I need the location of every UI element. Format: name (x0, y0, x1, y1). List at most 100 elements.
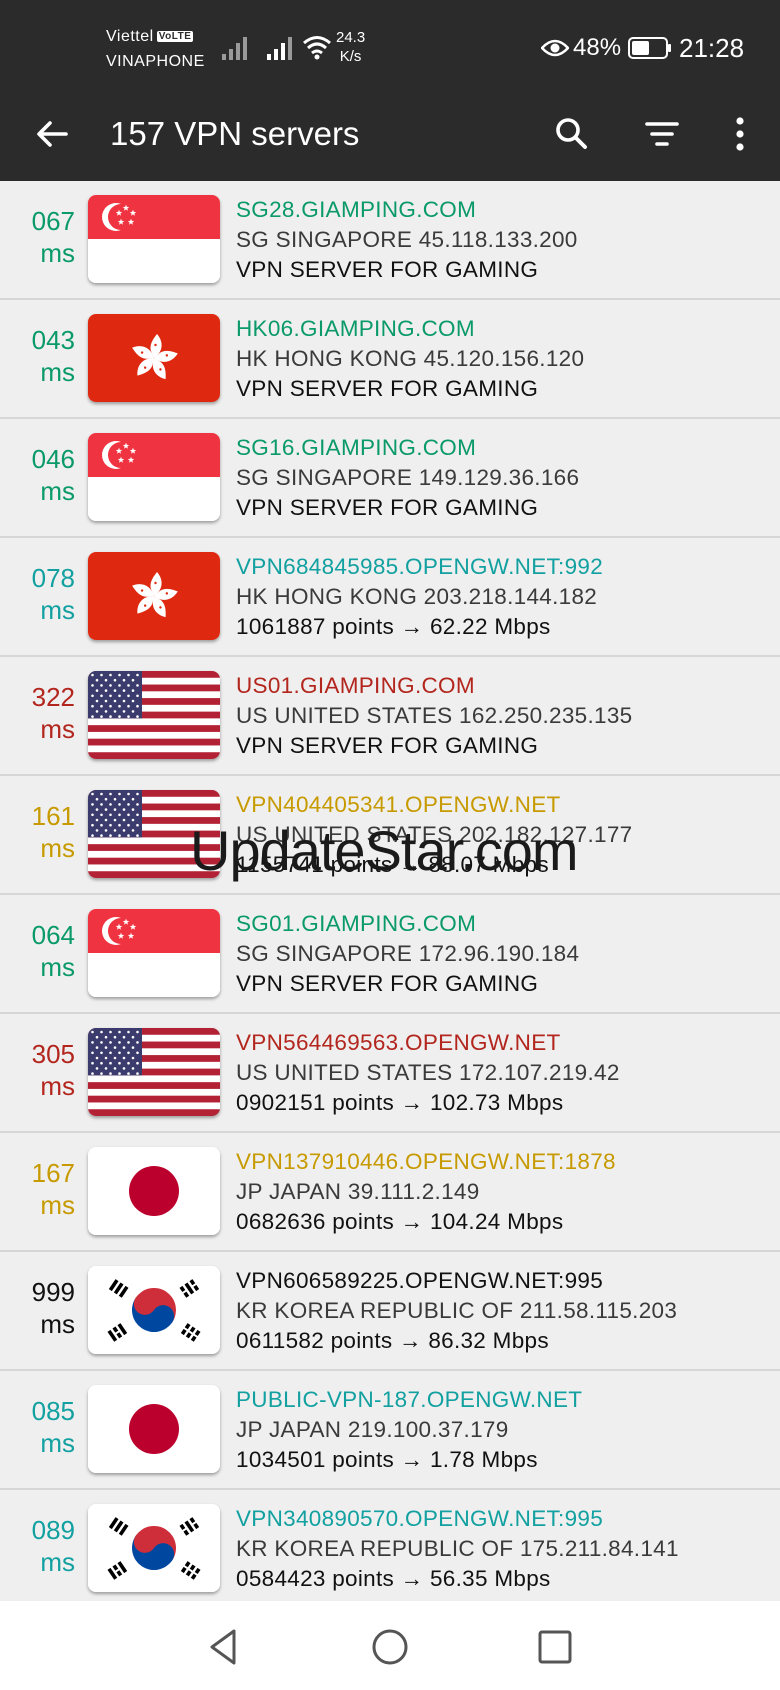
speed-value: 24.3 (336, 29, 366, 46)
ping-value: 064 ms (0, 919, 75, 983)
server-location: JP JAPAN 39.111.2.149 (236, 1179, 480, 1204)
server-row[interactable]: 046 ms SG16.GIAMPING.COM SG SINGAPORE 149.1… (0, 419, 780, 538)
server-host: VPN684845985.OPENGW.NET:992 (236, 554, 604, 579)
ping-ms: 046 (31, 444, 75, 474)
server-info: SG16.GIAMPING.COM SG SINGAPORE 149.129.36… (236, 433, 776, 523)
server-location: SG SINGAPORE 172.96.190.184 (236, 941, 580, 966)
ping-ms: 161 (31, 801, 75, 831)
kr-flag-icon (88, 1266, 220, 1354)
server-host: VPN606589225.OPENGW.NET:995 (236, 1268, 604, 1293)
server-host: VPN404405341.OPENGW.NET (236, 792, 561, 817)
jp-flag-icon (88, 1385, 220, 1473)
clock: 21:28 (679, 33, 745, 63)
server-detail: VPN SERVER FOR GAMING (236, 971, 539, 996)
server-location: HK HONG KONG 45.120.156.120 (236, 346, 585, 371)
sg-flag-icon (88, 433, 220, 521)
server-row[interactable]: 064 ms SG01.GIAMPING.COM SG SINGAPORE 172.9… (0, 895, 780, 1014)
server-info: VPN684845985.OPENGW.NET:992 HK HONG KONG … (236, 552, 776, 642)
server-row[interactable]: 305 ms VPN564469563.OPENGW.NET US UNITED ST… (0, 1014, 780, 1133)
ping-unit: ms (40, 1547, 75, 1577)
ping-ms: 043 (31, 325, 75, 355)
server-info: VPN404405341.OPENGW.NET US UNITED STATES … (236, 790, 776, 880)
ping-unit: ms (40, 1309, 75, 1339)
server-list[interactable]: 067 ms SG28.GIAMPING.COM SG SINGAPORE 45.11… (0, 181, 780, 1601)
server-detail: 0902151 points → 102.73 Mbps (236, 1090, 564, 1115)
wifi-icon (303, 36, 331, 60)
carrier-2: VINAPHONE (106, 53, 205, 70)
server-location: JP JAPAN 219.100.37.179 (236, 1417, 509, 1442)
server-location: US UNITED STATES 202.182.127.177 (236, 822, 633, 847)
ping-value: 305 ms (0, 1038, 75, 1102)
jp-flag-icon (88, 1147, 220, 1235)
battery-icon (628, 37, 671, 59)
ping-value: 043 ms (0, 324, 75, 388)
server-row[interactable]: 089 ms VPN340890570.OPENGW.NET:995 KR KOREA… (0, 1490, 780, 1601)
server-detail: VPN SERVER FOR GAMING (236, 376, 539, 401)
server-row[interactable]: 999 ms VPN606589225.OPENGW.NET:995 KR KOREA… (0, 1252, 780, 1371)
server-location: US UNITED STATES 162.250.235.135 (236, 703, 633, 728)
ping-value: 999 ms (0, 1276, 75, 1340)
signal-icon (267, 37, 292, 60)
server-location: HK HONG KONG 203.218.144.182 (236, 584, 598, 609)
ping-ms: 999 (31, 1277, 75, 1307)
kr-flag-icon (88, 1504, 220, 1592)
page-title: 157 VPN servers (110, 115, 360, 152)
server-row[interactable]: 167 ms VPN137910446.OPENGW.NET:1878 JP JAPA… (0, 1133, 780, 1252)
eye-icon (541, 39, 569, 57)
ping-ms: 064 (31, 920, 75, 950)
hk-flag-icon (88, 552, 220, 640)
network-speed: 24.3 K/s (336, 28, 365, 66)
recents-square-icon[interactable] (531, 1623, 579, 1671)
ping-value: 161 ms (0, 800, 75, 864)
server-detail: 1061887 points → 62.22 Mbps (236, 614, 551, 639)
ping-ms: 078 (31, 563, 75, 593)
filter-icon[interactable] (638, 110, 686, 158)
server-host: US01.GIAMPING.COM (236, 673, 475, 698)
server-row[interactable]: 078 ms VPN684845985.OPENGW.NET:992 HK HONG … (0, 538, 780, 657)
app-toolbar: 157 VPN servers (0, 92, 780, 181)
server-detail: 0611582 points → 86.32 Mbps (236, 1328, 549, 1353)
ping-ms: 089 (31, 1515, 75, 1545)
carrier-1: Viettel (106, 28, 154, 45)
server-info: SG01.GIAMPING.COM SG SINGAPORE 172.96.190… (236, 909, 776, 999)
server-detail: VPN SERVER FOR GAMING (236, 733, 539, 758)
ping-unit: ms (40, 476, 75, 506)
ping-value: 167 ms (0, 1157, 75, 1221)
ping-unit: ms (40, 714, 75, 744)
ping-value: 322 ms (0, 681, 75, 745)
server-info: VPN137910446.OPENGW.NET:1878 JP JAPAN 39.… (236, 1147, 776, 1237)
server-row[interactable]: 085 ms PUBLIC-VPN-187.OPENGW.NET JP JAPAN 2… (0, 1371, 780, 1490)
server-host: SG01.GIAMPING.COM (236, 911, 477, 936)
sg-flag-icon (88, 195, 220, 283)
us-flag-icon (88, 790, 220, 878)
server-host: HK06.GIAMPING.COM (236, 316, 475, 341)
server-row[interactable]: 067 ms SG28.GIAMPING.COM SG SINGAPORE 45.11… (0, 181, 780, 300)
server-detail: 0682636 points → 104.24 Mbps (236, 1209, 564, 1234)
ping-unit: ms (40, 833, 75, 863)
ping-value: 067 ms (0, 205, 75, 269)
server-location: KR KOREA REPUBLIC OF 175.211.84.141 (236, 1536, 679, 1561)
server-host: SG16.GIAMPING.COM (236, 435, 477, 460)
ping-value: 078 ms (0, 562, 75, 626)
hk-flag-icon (88, 314, 220, 402)
back-arrow-icon[interactable] (28, 110, 76, 158)
system-nav-bar (0, 1601, 780, 1690)
more-vert-icon[interactable] (716, 110, 764, 158)
server-host: PUBLIC-VPN-187.OPENGW.NET (236, 1387, 583, 1412)
server-info: PUBLIC-VPN-187.OPENGW.NET JP JAPAN 219.10… (236, 1385, 776, 1475)
server-row[interactable]: 322 ms US01.GIAMPING.COM US UNITED STATES 1… (0, 657, 780, 776)
ping-unit: ms (40, 1428, 75, 1458)
ping-ms: 322 (31, 682, 75, 712)
server-detail: 0584423 points → 56.35 Mbps (236, 1566, 551, 1591)
back-triangle-icon[interactable] (200, 1623, 248, 1671)
server-row[interactable]: 161 ms VPN404405341.OPENGW.NET US UNITED ST… (0, 776, 780, 895)
home-circle-icon[interactable] (366, 1623, 414, 1671)
server-info: VPN564469563.OPENGW.NET US UNITED STATES … (236, 1028, 776, 1118)
search-icon[interactable] (548, 110, 596, 158)
server-row[interactable]: 043 ms HK06.GIAMPING.COM HK HONG KONG 45.12… (0, 300, 780, 419)
server-info: HK06.GIAMPING.COM HK HONG KONG 45.120.156… (236, 314, 776, 404)
server-info: SG28.GIAMPING.COM SG SINGAPORE 45.118.133… (236, 195, 776, 285)
server-detail: VPN SERVER FOR GAMING (236, 495, 539, 520)
ping-unit: ms (40, 357, 75, 387)
ping-unit: ms (40, 1190, 75, 1220)
